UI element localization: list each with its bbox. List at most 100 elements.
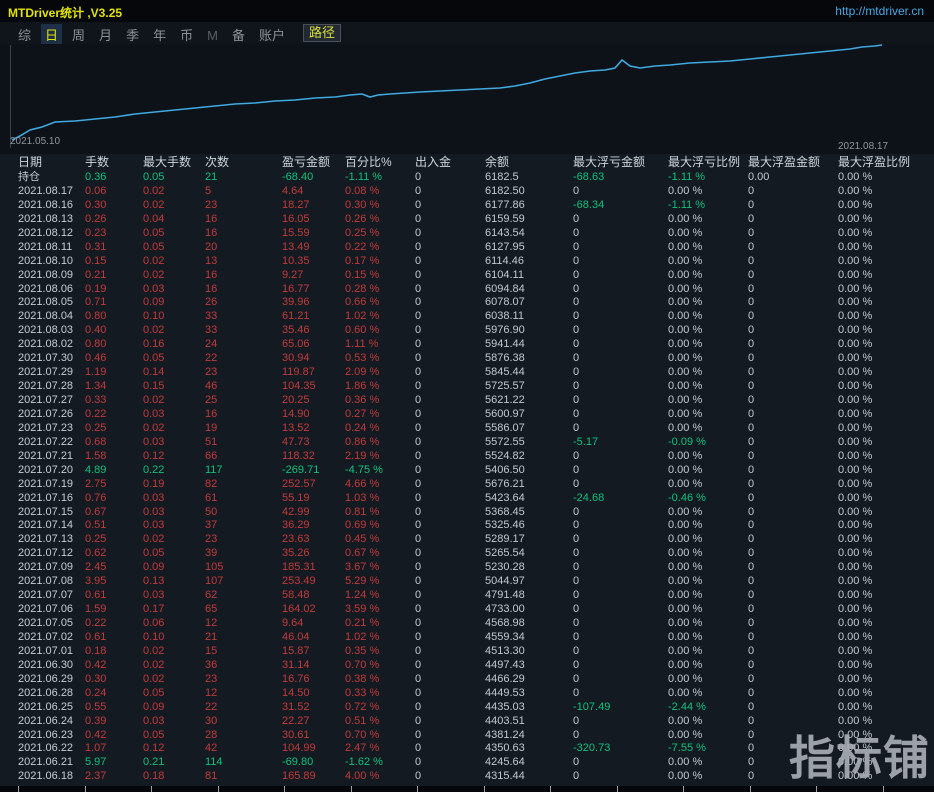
- cell: -7.55 %: [668, 742, 706, 755]
- cell: 0.00 %: [668, 714, 703, 727]
- table-row[interactable]: 2021.07.12 0.62 0.05 39 35.26 0.67 % 0 5265.54 0…: [0, 547, 934, 561]
- menu-item-账户[interactable]: 账户: [255, 24, 289, 45]
- cell: 0: [415, 589, 422, 602]
- menu-item-币[interactable]: 币: [176, 24, 197, 45]
- cell: 0: [748, 603, 755, 616]
- menu-item-备[interactable]: 备: [228, 24, 249, 45]
- table-row[interactable]: 2021.06.29 0.30 0.02 23 16.76 0.38 % 0 4466.29 0…: [0, 673, 934, 687]
- table-row[interactable]: 2021.08.17 0.06 0.02 5 4.64 0.08 % 0 6182.50 0 0.…: [0, 185, 934, 199]
- cell: 81: [205, 770, 218, 783]
- cell: 0: [748, 547, 755, 560]
- table-row[interactable]: 2021.08.05 0.71 0.09 26 39.96 0.66 % 0 6078.07 0…: [0, 296, 934, 310]
- cell: 0.00 %: [838, 561, 873, 574]
- table-row[interactable]: 持仓 0.36 0.05 21 -68.40 -1.11 % 0 6182.5 -68.63 -1…: [0, 171, 934, 185]
- table-row[interactable]: 2021.07.08 3.95 0.13 107 253.49 5.29 % 0 5044.9…: [0, 575, 934, 589]
- cell: 2021.08.02: [18, 338, 74, 351]
- website-link[interactable]: http://mtdriver.cn: [835, 4, 924, 18]
- cell: 253.49: [282, 575, 316, 588]
- cell: 5: [205, 184, 212, 197]
- table-row[interactable]: 2021.06.25 0.55 0.09 22 31.52 0.72 % 0 4435.03 -…: [0, 701, 934, 715]
- table-row[interactable]: 2021.07.05 0.22 0.06 12 9.64 0.21 % 0 4568.98 0 0…: [0, 617, 934, 631]
- cell: 5600.97: [485, 407, 525, 420]
- cell: 0: [748, 658, 755, 671]
- table-row[interactable]: 2021.07.28 1.34 0.15 46 104.35 1.86 % 0 5725.57…: [0, 380, 934, 394]
- menu-item-周[interactable]: 周: [68, 24, 89, 45]
- cell: 6177.86: [485, 198, 525, 211]
- menu-item-月[interactable]: 月: [95, 24, 116, 45]
- table-row[interactable]: 2021.08.12 0.23 0.05 16 15.59 0.25 % 0 6143.54 0…: [0, 227, 934, 241]
- table-row[interactable]: 2021.07.06 1.59 0.17 65 164.02 3.59 % 0 4733.00…: [0, 603, 934, 617]
- cell: 0.00 %: [838, 630, 873, 643]
- menu-item-年[interactable]: 年: [149, 24, 170, 45]
- table-row[interactable]: 2021.08.02 0.80 0.16 24 65.06 1.11 % 0 5941.44 0…: [0, 338, 934, 352]
- cell: 0: [573, 394, 580, 406]
- cell: 0: [415, 728, 422, 741]
- table-row[interactable]: 2021.08.16 0.30 0.02 23 18.27 0.30 % 0 6177.86 -…: [0, 199, 934, 213]
- table-row[interactable]: 2021.07.07 0.61 0.03 62 58.48 1.24 % 0 4791.48 0…: [0, 589, 934, 603]
- cell: 0.30: [85, 198, 107, 211]
- cell: 0: [415, 254, 422, 267]
- cell: 0.17: [143, 603, 165, 616]
- table-row[interactable]: 2021.08.04 0.80 0.10 33 61.21 1.02 % 0 6038.11 0…: [0, 310, 934, 324]
- cell: 104.99: [282, 742, 316, 755]
- table-row[interactable]: 2021.08.10 0.15 0.02 13 10.35 0.17 % 0 6114.46 0…: [0, 255, 934, 269]
- menu-item-综[interactable]: 综: [14, 24, 35, 45]
- cell: 0: [415, 198, 422, 211]
- table-row[interactable]: 2021.07.29 1.19 0.14 23 119.87 2.09 % 0 5845.44…: [0, 366, 934, 380]
- table-row[interactable]: 2021.07.13 0.25 0.02 23 23.63 0.45 % 0 5289.17 0…: [0, 533, 934, 547]
- table-row[interactable]: 2021.07.27 0.33 0.02 25 20.25 0.36 % 0 5621.22 0…: [0, 394, 934, 408]
- cell: 0: [415, 672, 422, 685]
- cell: 0.02: [143, 324, 165, 337]
- cell: 0: [415, 282, 422, 295]
- menu-item-季[interactable]: 季: [122, 24, 143, 45]
- table-row[interactable]: 2021.07.19 2.75 0.19 82 252.57 4.66 % 0 5676.21…: [0, 478, 934, 492]
- column-header: 次数: [205, 155, 230, 169]
- table-row[interactable]: 2021.07.01 0.18 0.02 15 15.87 0.35 % 0 4513.30 0…: [0, 645, 934, 659]
- cell: 0.30 %: [345, 198, 380, 211]
- cell: 4403.51: [485, 714, 525, 727]
- path-button[interactable]: 路径: [303, 24, 342, 42]
- table-row[interactable]: 2021.06.28 0.24 0.05 12 14.50 0.33 % 0 4449.53 0…: [0, 687, 934, 701]
- cell: 30.61: [282, 728, 310, 741]
- cell: 0: [748, 268, 755, 281]
- table-row[interactable]: 2021.07.15 0.67 0.03 50 42.99 0.81 % 0 5368.45 0…: [0, 506, 934, 520]
- table-row[interactable]: 2021.07.23 0.25 0.02 19 13.52 0.24 % 0 5586.07 0…: [0, 422, 934, 436]
- cell: 0: [415, 603, 422, 616]
- table-row[interactable]: 2021.07.02 0.61 0.10 21 46.04 1.02 % 0 4559.34 0…: [0, 631, 934, 645]
- cell: 0.00 %: [668, 366, 703, 379]
- cell: -0.46 %: [668, 491, 706, 504]
- table-row[interactable]: 2021.08.09 0.21 0.02 16 9.27 0.15 % 0 6104.11 0 0…: [0, 269, 934, 283]
- table-row[interactable]: 2021.08.03 0.40 0.02 33 35.46 0.60 % 0 5976.90 0…: [0, 324, 934, 338]
- table-row[interactable]: 2021.07.26 0.22 0.03 16 14.90 0.27 % 0 5600.97 0…: [0, 408, 934, 422]
- menu-bar: 综日周月季年币 M 备账户 路径: [0, 22, 934, 45]
- cell: 31.14: [282, 658, 310, 671]
- cell: 31.52: [282, 700, 310, 713]
- cell: 0: [748, 672, 755, 685]
- cell: 0.00 %: [668, 477, 703, 490]
- cell: 0: [748, 338, 755, 351]
- table-row[interactable]: 2021.07.09 2.45 0.09 105 185.31 3.67 % 0 5230.2…: [0, 561, 934, 575]
- table-row[interactable]: 2021.07.14 0.51 0.03 37 36.29 0.69 % 0 5325.46 0…: [0, 519, 934, 533]
- table-row[interactable]: 2021.07.22 0.68 0.03 51 47.73 0.86 % 0 5572.55 -…: [0, 436, 934, 450]
- column-header: 盈亏金额: [282, 155, 331, 169]
- table-row[interactable]: 2021.08.06 0.19 0.03 16 16.77 0.28 % 0 6094.84 0…: [0, 283, 934, 297]
- cell: 2021.08.09: [18, 268, 74, 281]
- menu-item-日[interactable]: 日: [41, 24, 63, 45]
- table-row[interactable]: 2021.06.30 0.42 0.02 36 31.14 0.70 % 0 4497.43 0…: [0, 659, 934, 673]
- cell: 0.26: [85, 212, 107, 225]
- cell: 0: [415, 171, 422, 183]
- cell: 6159.59: [485, 212, 525, 225]
- table-row[interactable]: 2021.07.16 0.76 0.03 61 55.19 1.03 % 0 5423.64 -…: [0, 492, 934, 506]
- table-row[interactable]: 2021.07.20 4.89 0.22 117 -269.71 -4.75 % 0 5406…: [0, 464, 934, 478]
- cell: 2021.07.07: [18, 589, 74, 602]
- cell: 5941.44: [485, 338, 525, 351]
- cell: 33: [205, 310, 218, 323]
- menu-item-M[interactable]: M: [203, 27, 222, 44]
- cell: 0: [573, 519, 580, 532]
- app-title: MTDriver统计 ,V3.25: [8, 6, 123, 20]
- table-row[interactable]: 2021.07.21 1.58 0.12 66 118.32 2.19 % 0 5524.82…: [0, 450, 934, 464]
- table-row[interactable]: 2021.07.30 0.46 0.05 22 30.94 0.53 % 0 5876.38 0…: [0, 352, 934, 366]
- table-row[interactable]: 2021.08.13 0.26 0.04 16 16.05 0.26 % 0 6159.59 0…: [0, 213, 934, 227]
- cell: 0.06: [85, 184, 107, 197]
- table-row[interactable]: 2021.08.11 0.31 0.05 20 13.49 0.22 % 0 6127.95 0…: [0, 241, 934, 255]
